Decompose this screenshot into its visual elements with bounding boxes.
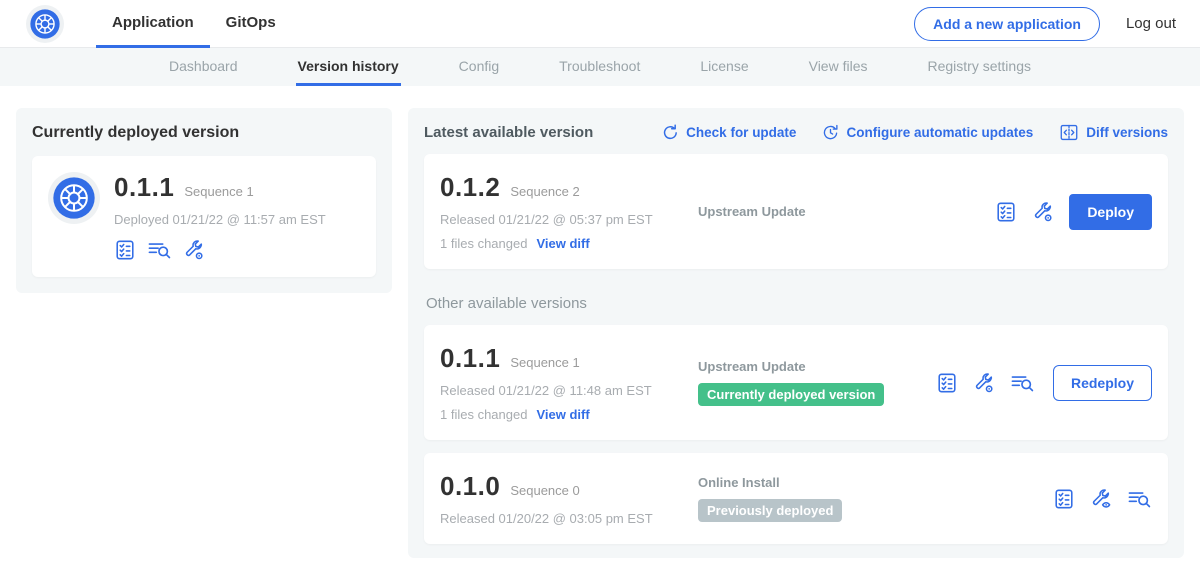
subnav-tab-config[interactable]: Config	[457, 48, 501, 86]
diff-versions-label: Diff versions	[1086, 125, 1168, 140]
deploy-logs-icon[interactable]	[147, 239, 172, 261]
preflight-checklist-icon[interactable]	[936, 372, 958, 394]
logout-button[interactable]: Log out	[1126, 15, 1176, 32]
edit-config-icon[interactable]	[1032, 201, 1054, 223]
version-number: 0.1.2	[440, 172, 500, 203]
files-changed-label: 1 files changed	[440, 407, 527, 422]
latest-available-title: Latest available version	[424, 124, 593, 141]
version-row-0-1-1: 0.1.1 Sequence 1 Released 01/21/22 @ 11:…	[424, 325, 1168, 440]
deployed-timestamp: Deployed 01/21/22 @ 11:57 am EST	[114, 212, 326, 227]
tab-application-label: Application	[112, 14, 194, 31]
diff-versions-link[interactable]: Diff versions	[1059, 124, 1168, 141]
previously-deployed-badge: Previously deployed	[698, 499, 842, 522]
version-number: 0.1.0	[440, 471, 500, 502]
top-header: Application GitOps Add a new application…	[0, 0, 1200, 48]
currently-deployed-title: Currently deployed version	[32, 124, 376, 142]
app-subnav: Dashboard Version history Config Trouble…	[0, 48, 1200, 86]
version-source-label: Upstream Update	[698, 359, 936, 374]
sequence-label: Sequence 0	[510, 483, 579, 498]
add-application-button[interactable]: Add a new application	[914, 7, 1100, 41]
subnav-tab-troubleshoot[interactable]: Troubleshoot	[557, 48, 642, 86]
version-source-label: Online Install	[698, 475, 1053, 490]
sequence-label: Sequence 2	[510, 184, 579, 199]
edit-config-icon[interactable]	[973, 372, 995, 394]
subnav-tab-dashboard-label: Dashboard	[169, 58, 238, 74]
view-diff-link[interactable]: View diff	[536, 407, 589, 422]
kubernetes-logo-icon	[26, 5, 64, 43]
subnav-tab-registry-settings-label: Registry settings	[928, 58, 1031, 74]
subnav-tab-config-label: Config	[459, 58, 499, 74]
view-config-icon[interactable]	[1090, 488, 1112, 510]
deploy-logs-icon[interactable]	[1010, 372, 1035, 394]
currently-deployed-card: Currently deployed version 0.1.1 Sequenc…	[16, 108, 392, 293]
refresh-icon	[662, 124, 679, 141]
released-timestamp: Released 01/21/22 @ 05:37 pm EST	[440, 212, 698, 227]
check-for-update-link[interactable]: Check for update	[662, 124, 796, 141]
sequence-label: Sequence 1	[510, 355, 579, 370]
preflight-checklist-icon[interactable]	[995, 201, 1017, 223]
version-row-0-1-2: 0.1.2 Sequence 2 Released 01/21/22 @ 05:…	[424, 154, 1168, 269]
edit-config-icon[interactable]	[183, 239, 205, 261]
deployed-version-number: 0.1.1	[114, 172, 174, 203]
version-number: 0.1.1	[440, 343, 500, 374]
subnav-tab-dashboard[interactable]: Dashboard	[167, 48, 240, 86]
subnav-tab-troubleshoot-label: Troubleshoot	[559, 58, 640, 74]
released-timestamp: Released 01/20/22 @ 03:05 pm EST	[440, 511, 698, 526]
header-tabs: Application GitOps	[96, 0, 292, 48]
tab-application[interactable]: Application	[96, 0, 210, 48]
tab-gitops[interactable]: GitOps	[210, 0, 292, 48]
deployed-version-item: 0.1.1 Sequence 1 Deployed 01/21/22 @ 11:…	[32, 156, 376, 277]
version-history-panel: Latest available version Check for updat…	[408, 108, 1184, 558]
subnav-tab-version-history-label: Version history	[298, 58, 399, 74]
deploy-logs-icon[interactable]	[1127, 488, 1152, 510]
subnav-tab-view-files[interactable]: View files	[807, 48, 870, 86]
diff-icon	[1059, 124, 1079, 141]
configure-automatic-updates-label: Configure automatic updates	[846, 125, 1033, 140]
other-available-versions-title: Other available versions	[426, 295, 1168, 312]
auto-update-icon	[822, 124, 839, 141]
check-for-update-label: Check for update	[686, 125, 796, 140]
subnav-tab-view-files-label: View files	[809, 58, 868, 74]
files-changed-label: 1 files changed	[440, 236, 527, 251]
currently-deployed-badge: Currently deployed version	[698, 383, 884, 406]
preflight-checklist-icon[interactable]	[1053, 488, 1075, 510]
version-source-label: Upstream Update	[698, 204, 995, 219]
subnav-tab-version-history[interactable]: Version history	[296, 48, 401, 86]
app-kubernetes-icon	[48, 172, 100, 224]
deploy-button[interactable]: Deploy	[1069, 194, 1152, 230]
released-timestamp: Released 01/21/22 @ 11:48 am EST	[440, 383, 698, 398]
subnav-tab-registry-settings[interactable]: Registry settings	[926, 48, 1033, 86]
subnav-tab-license[interactable]: License	[698, 48, 750, 86]
tab-gitops-label: GitOps	[226, 14, 276, 31]
preflight-checklist-icon[interactable]	[114, 239, 136, 261]
deployed-sequence-label: Sequence 1	[184, 184, 253, 199]
version-row-0-1-0: 0.1.0 Sequence 0 Released 01/20/22 @ 03:…	[424, 453, 1168, 544]
configure-automatic-updates-link[interactable]: Configure automatic updates	[822, 124, 1033, 141]
redeploy-button[interactable]: Redeploy	[1053, 365, 1152, 401]
subnav-tab-license-label: License	[700, 58, 748, 74]
main-content: Currently deployed version 0.1.1 Sequenc…	[0, 86, 1200, 564]
view-diff-link[interactable]: View diff	[536, 236, 589, 251]
